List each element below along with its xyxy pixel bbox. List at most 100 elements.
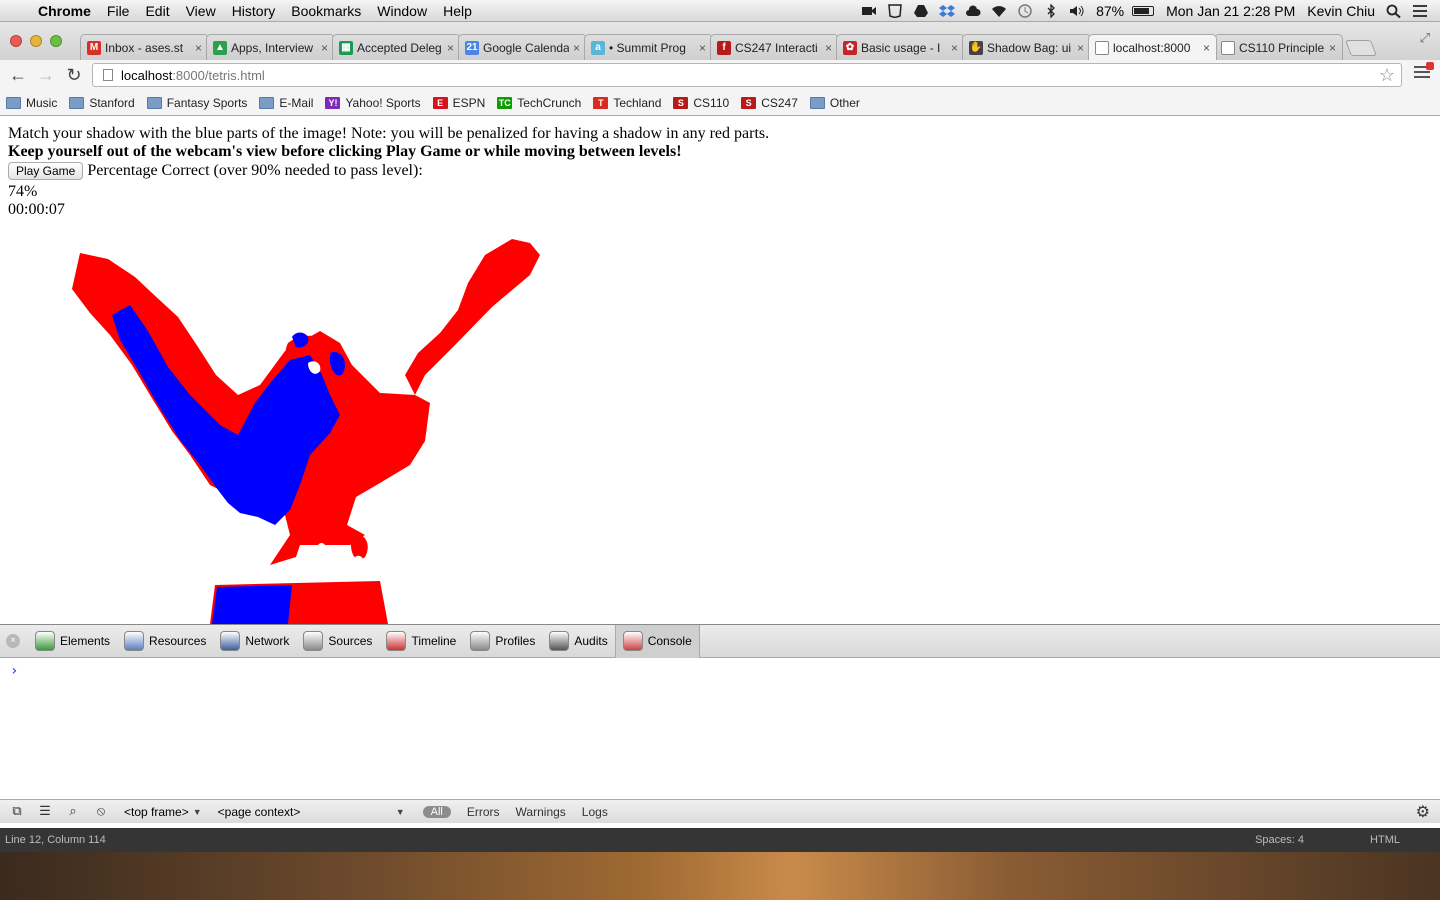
devtools-tab-resources[interactable]: Resources [117, 625, 213, 658]
filter-errors[interactable]: Errors [467, 805, 500, 819]
desktop-wallpaper [0, 852, 1440, 900]
bookmark-item[interactable]: S CS247 [741, 96, 798, 110]
spotlight-icon[interactable] [1386, 4, 1402, 18]
bluetooth-icon[interactable] [1043, 4, 1059, 18]
close-tab-icon[interactable]: × [699, 41, 706, 55]
clear-console-icon[interactable]: ⦸ [90, 803, 112, 821]
bookmark-item[interactable]: S CS110 [673, 96, 729, 110]
time-machine-icon[interactable] [1017, 4, 1033, 18]
close-tab-icon[interactable]: × [1077, 41, 1084, 55]
bookmark-item[interactable]: E ESPN [432, 96, 485, 110]
filter-logs[interactable]: Logs [582, 805, 608, 819]
close-tab-icon[interactable]: × [825, 41, 832, 55]
devtools-close-icon[interactable]: × [6, 634, 20, 648]
console-drawer-icon[interactable]: ☰ [34, 803, 56, 821]
browser-tab[interactable]: localhost:8000 × [1088, 34, 1217, 60]
syntax-mode[interactable]: HTML [1370, 834, 1400, 846]
timeline-icon [386, 631, 407, 651]
filter-all[interactable]: All [422, 805, 451, 818]
close-tab-icon[interactable]: × [1203, 41, 1210, 55]
tab-title: CS247 Interacti [735, 40, 818, 55]
devtools-tab-sources[interactable]: Sources [296, 625, 379, 658]
browser-tab[interactable]: ▲ Apps, Interview × [206, 34, 335, 60]
filter-warnings[interactable]: Warnings [516, 805, 566, 819]
browser-tab[interactable]: f CS247 Interacti × [710, 34, 839, 60]
close-tab-icon[interactable]: × [321, 41, 328, 55]
devtools-tab-timeline[interactable]: Timeline [379, 625, 463, 658]
address-bar[interactable]: localhost:8000/tetris.html ☆ [92, 63, 1402, 87]
close-tab-icon[interactable]: × [195, 41, 202, 55]
menu-bar: Chrome File Edit View History Bookmarks … [0, 0, 1440, 22]
bookmark-item[interactable]: T Techland [593, 96, 661, 110]
bookmark-star-icon[interactable]: ☆ [1379, 65, 1395, 86]
clock[interactable]: Mon Jan 21 2:28 PM [1166, 3, 1295, 19]
page-icon [1221, 40, 1235, 55]
cloud-icon[interactable] [965, 4, 981, 18]
close-tab-icon[interactable]: × [447, 41, 454, 55]
devtools-tab-audits[interactable]: Audits [542, 625, 614, 658]
gear-icon[interactable]: ⚙ [1416, 802, 1430, 822]
menu-bookmarks[interactable]: Bookmarks [283, 3, 369, 19]
browser-tab[interactable]: M Inbox - ases.st × [80, 34, 209, 60]
fullscreen-icon[interactable]: ⤢ [1420, 30, 1430, 46]
resources-icon [124, 631, 145, 651]
devtools-tab-network[interactable]: Network [213, 625, 296, 658]
browser-tab[interactable]: ✿ Basic usage - I × [836, 34, 965, 60]
bookmark-item[interactable]: Music [6, 96, 57, 110]
folder-icon [259, 96, 275, 109]
console-prompt-icon[interactable]: › [10, 663, 18, 679]
bookmark-item[interactable]: TC TechCrunch [497, 96, 581, 110]
battery-icon[interactable] [1132, 6, 1155, 16]
close-tab-icon[interactable]: × [951, 41, 958, 55]
wifi-icon[interactable] [991, 4, 1007, 18]
drive-icon[interactable] [913, 4, 929, 18]
bookmark-item[interactable]: Fantasy Sports [146, 96, 247, 110]
bookmark-item[interactable]: Stanford [69, 95, 135, 110]
play-game-button[interactable]: Play Game [8, 162, 84, 181]
browser-tab[interactable]: ✋ Shadow Bag: ui × [962, 34, 1091, 60]
devtools-tab-label: Timeline [411, 634, 457, 648]
forward-button[interactable]: → [32, 65, 60, 86]
context-select[interactable]: <page context> ▼ [214, 805, 409, 819]
facetime-icon[interactable] [861, 4, 877, 18]
close-window-button[interactable] [10, 35, 22, 47]
chrome-menu-icon[interactable] [1414, 62, 1434, 80]
close-tab-icon[interactable]: × [573, 41, 580, 55]
search-icon[interactable]: ⌕ [62, 803, 84, 821]
browser-tab[interactable]: ▦ Accepted Deleg × [332, 34, 461, 60]
browser-tab[interactable]: CS110 Principle × [1214, 34, 1343, 60]
bookmark-item[interactable]: E-Mail [259, 96, 313, 110]
menu-app[interactable]: Chrome [34, 3, 99, 19]
menu-history[interactable]: History [224, 3, 284, 19]
browser-tab[interactable]: 21 Google Calenda × [458, 34, 587, 60]
bookmark-item[interactable]: Other [809, 96, 860, 110]
menu-file[interactable]: File [99, 3, 138, 19]
page-icon [103, 69, 113, 81]
console-output[interactable]: › [0, 659, 1440, 799]
devtools-tab-console[interactable]: Console [614, 624, 700, 658]
zoom-window-button[interactable] [50, 35, 62, 47]
menu-view[interactable]: View [178, 3, 224, 19]
bookmark-item[interactable]: Y! Yahoo! Sports [325, 96, 421, 110]
bookmark-label: Stanford [89, 95, 135, 110]
minimize-window-button[interactable] [30, 35, 42, 47]
browser-tab[interactable]: a • Summit Prog × [584, 34, 713, 60]
dock-icon[interactable]: ⧉ [6, 803, 28, 821]
dropbox-icon[interactable] [939, 4, 956, 18]
devtools-tab-profiles[interactable]: Profiles [463, 625, 542, 658]
menu-edit[interactable]: Edit [137, 3, 177, 19]
volume-icon[interactable] [1069, 4, 1085, 18]
menu-window[interactable]: Window [369, 3, 435, 19]
html5-icon[interactable] [887, 4, 903, 18]
close-tab-icon[interactable]: × [1329, 41, 1336, 55]
user-name[interactable]: Kevin Chiu [1307, 3, 1375, 19]
indentation-setting[interactable]: Spaces: 4 [1255, 834, 1304, 846]
devtools-tab-elements[interactable]: Elements [28, 625, 117, 658]
tab-title: Google Calenda [483, 40, 569, 55]
notification-center-icon[interactable] [1412, 4, 1428, 18]
back-button[interactable]: ← [4, 65, 32, 86]
menu-help[interactable]: Help [435, 3, 480, 19]
new-tab-button[interactable] [1345, 40, 1377, 56]
frame-select[interactable]: <top frame> ▼ [120, 805, 206, 819]
reload-button[interactable]: ↻ [60, 65, 88, 86]
